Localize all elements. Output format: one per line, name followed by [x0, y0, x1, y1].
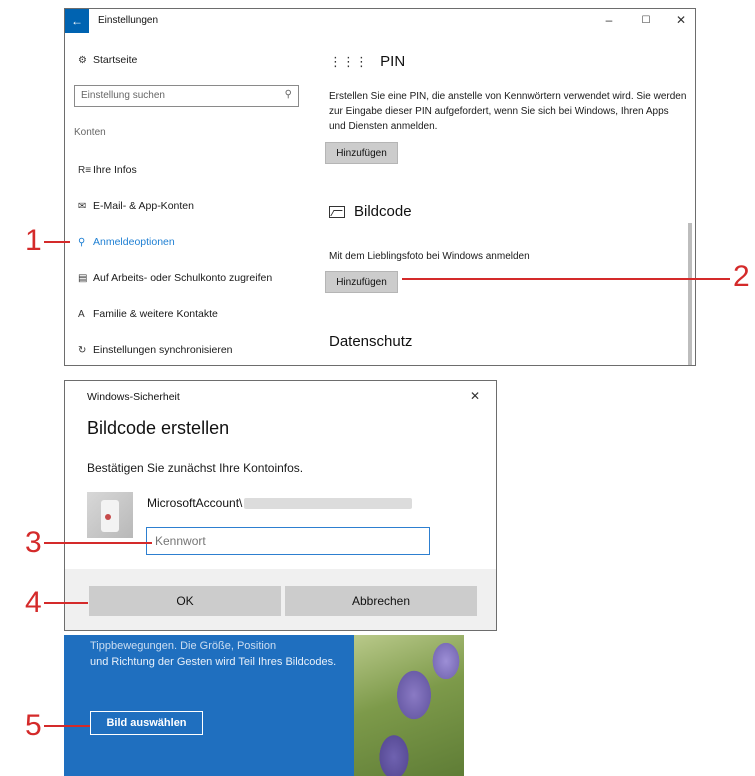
keypad-icon: ⋮⋮⋮	[329, 54, 368, 69]
close-button[interactable]: ✕	[671, 13, 691, 27]
callout-2-line	[402, 278, 730, 280]
nav-item-ihre-infos[interactable]: R≡ Ihre Infos	[65, 159, 315, 181]
close-icon[interactable]: ✕	[470, 389, 480, 403]
choose-picture-button[interactable]: Bild auswählen	[90, 711, 203, 735]
panel-text: und Richtung der Gesten wird Teil Ihres …	[90, 656, 337, 668]
scrollbar[interactable]	[688, 223, 692, 365]
maximize-button[interactable]: ☐	[636, 15, 656, 26]
title-bar: ← Einstellungen – ☐ ✕	[65, 9, 695, 33]
gear-icon: ⚙	[78, 54, 87, 66]
window-title: Einstellungen	[98, 15, 159, 26]
bildcode-heading: Bildcode	[329, 203, 412, 220]
pin-heading: ⋮⋮⋮ PIN	[329, 53, 405, 70]
back-arrow-icon[interactable]: ←	[65, 9, 89, 33]
sync-icon: ↻	[78, 344, 87, 356]
dialog-caption: Windows-Sicherheit	[87, 391, 180, 403]
callout-4: 4	[25, 586, 42, 619]
nav-label: Familie & weitere Kontakte	[93, 308, 218, 320]
settings-search-input[interactable]: Einstellung suchen ⚲	[74, 85, 299, 107]
datenschutz-heading: Datenschutz	[329, 333, 413, 350]
callout-3-line	[44, 542, 152, 544]
cancel-button[interactable]: Abbrechen	[285, 586, 477, 616]
settings-window: ← Einstellungen – ☐ ✕ ⚙ Startseite Einst…	[64, 8, 696, 366]
nav-label: Ihre Infos	[93, 164, 137, 176]
bildcode-description: Mit dem Lieblingsfoto bei Windows anmeld…	[329, 251, 530, 262]
nav-label: E-Mail- & App-Konten	[93, 200, 194, 212]
bildcode-heading-text: Bildcode	[354, 203, 412, 220]
briefcase-icon: ▤	[78, 272, 88, 284]
person-info-icon: R≡	[78, 164, 92, 176]
callout-1: 1	[25, 224, 42, 257]
minimize-button[interactable]: –	[599, 13, 619, 27]
callout-4-line	[44, 602, 88, 604]
callout-5: 5	[25, 709, 42, 742]
callout-1-line	[44, 241, 70, 243]
nav-label: Einstellungen synchronisieren	[93, 344, 233, 356]
dialog-title: Bildcode erstellen	[87, 418, 230, 438]
bildcode-add-button[interactable]: Hinzufügen	[325, 271, 398, 293]
pin-add-button[interactable]: Hinzufügen	[325, 142, 398, 164]
dialog-description: Bestätigen Sie zunächst Ihre Kontoinfos.	[87, 461, 304, 475]
flower-photo	[354, 635, 464, 776]
nav-item-anmeldeoptionen[interactable]: ⚲ Anmeldeoptionen	[65, 231, 315, 253]
security-dialog: Windows-Sicherheit ✕ Bildcode erstellen …	[64, 380, 497, 631]
section-label-konten: Konten	[74, 127, 106, 138]
pin-description: Erstellen Sie eine PIN, die anstelle von…	[329, 91, 687, 132]
nav-item-synchronisieren[interactable]: ↻ Einstellungen synchronisieren	[65, 339, 315, 361]
avatar	[87, 492, 133, 538]
nav-item-email-app-konten[interactable]: ✉ E-Mail- & App-Konten	[65, 195, 315, 217]
callout-2: 2	[733, 260, 750, 293]
password-field[interactable]	[146, 527, 430, 555]
callout-3: 3	[25, 526, 42, 559]
callout-5-line	[44, 725, 90, 727]
home-label: Startseite	[93, 54, 138, 66]
home-nav-item[interactable]: ⚙ Startseite	[65, 49, 315, 71]
panel-text-cut: Tippbewegungen. Die Größe, Position	[90, 640, 277, 652]
panel-description: Tippbewegungen. Die Größe, Position und …	[90, 638, 340, 670]
account-name: MicrosoftAccount\	[147, 496, 413, 510]
search-icon: ⚲	[284, 89, 292, 100]
nav-item-arbeitskonto[interactable]: ▤ Auf Arbeits- oder Schulkonto zugreifen	[65, 267, 315, 289]
nav-label: Auf Arbeits- oder Schulkonto zugreifen	[93, 272, 273, 284]
account-label: MicrosoftAccount\	[147, 496, 243, 510]
picture-icon	[329, 205, 345, 218]
ok-button[interactable]: OK	[89, 586, 281, 616]
pin-heading-text: PIN	[380, 53, 406, 70]
nav-label: Anmeldeoptionen	[93, 236, 175, 248]
search-placeholder: Einstellung suchen	[81, 90, 165, 101]
picture-password-panel: Tippbewegungen. Die Größe, Position und …	[64, 635, 464, 776]
nav-item-familie[interactable]: А Familie & weitere Kontakte	[65, 303, 315, 325]
people-icon: А	[78, 308, 85, 320]
mail-icon: ✉	[78, 200, 87, 212]
redacted-email	[244, 498, 413, 510]
